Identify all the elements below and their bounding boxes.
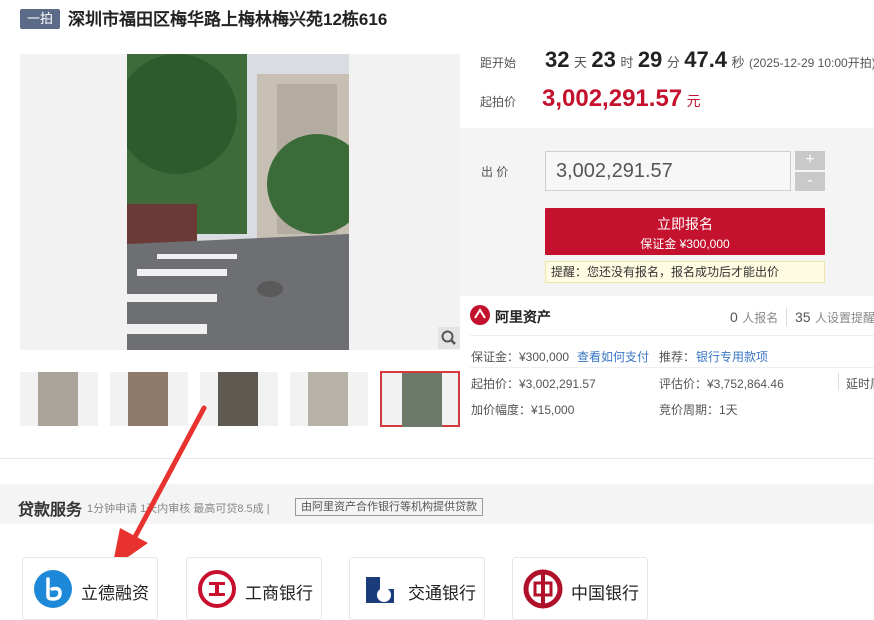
detail-delay-cycle: 延时周期 [846, 377, 874, 391]
how-to-pay-link[interactable]: 查看如何支付 [577, 348, 649, 365]
bank-card-boc[interactable]: 中国银行 [512, 557, 648, 620]
reminder-count: 35 人设置提醒 [795, 309, 874, 327]
divider [786, 308, 787, 326]
signup-button-label: 立即报名 [657, 216, 713, 232]
countdown-days-unit: 天 [573, 55, 587, 70]
start-price-unit: 元 [686, 93, 701, 109]
auction-start-note: (2025-12-29 10:00开拍) [748, 56, 874, 70]
bank-name: 工商银行 [245, 584, 313, 603]
bank-name: 立德融资 [81, 584, 149, 603]
auction-round-badge: 一拍 [20, 9, 60, 29]
property-photo[interactable] [127, 54, 349, 350]
thumbnail-5-selected[interactable] [380, 371, 460, 427]
countdown-seconds: 47.4 [684, 47, 728, 72]
ali-asset-logo-icon [470, 305, 490, 325]
reminder-count-value: 35 [795, 309, 811, 325]
detail-start-price: 起拍价：¥3,002,291.57 [471, 377, 596, 391]
countdown-minutes: 29 [637, 47, 663, 72]
bid-label: 出 价 [481, 165, 509, 179]
start-price: 3,002,291.57 元 [542, 85, 701, 113]
loan-service-title: 贷款服务 [18, 502, 83, 519]
countdown-label: 距开始 [480, 56, 517, 70]
signup-deposit-label: 保证金 ¥300,000 [640, 237, 730, 251]
divider [470, 335, 874, 336]
thumbnail-1[interactable] [20, 372, 98, 426]
countdown-hours-unit: 时 [620, 55, 634, 70]
ali-asset-logo-label: 阿里资产 [495, 309, 551, 325]
divider [470, 367, 874, 368]
divider [838, 373, 839, 391]
detail-increment: 加价幅度：¥15,000 [471, 403, 575, 417]
signup-count-label: 人报名 [742, 311, 779, 325]
special-fund-link[interactable]: 银行专用款项 [696, 348, 768, 365]
bid-increase-button[interactable]: + [795, 151, 825, 170]
thumbnail-4[interactable] [290, 372, 368, 426]
countdown-days: 32 [545, 47, 570, 72]
boc-logo-icon [523, 569, 563, 609]
pointer-arrow-icon [112, 405, 207, 568]
bank-card-bocom[interactable]: 交通银行 [349, 557, 485, 620]
lide-logo-icon [33, 569, 73, 609]
countdown-hours: 23 [591, 47, 616, 72]
signup-button[interactable]: 立即报名 保证金 ¥300,000 [545, 208, 825, 255]
detail-appraisal-price: 评估价：¥3,752,864.46 [659, 377, 784, 391]
detail-bid-cycle: 竞价周期：1天 [659, 403, 738, 417]
bid-amount-input[interactable]: 3,002,291.57 [545, 151, 791, 191]
recommend-label: 推荐： [659, 350, 696, 364]
signup-count: 0 人报名 [730, 309, 778, 327]
bocom-logo-icon [360, 569, 400, 609]
icbc-logo-icon [197, 569, 237, 609]
reminder-count-label: 人设置提醒 [815, 311, 874, 325]
countdown-minutes-unit: 分 [666, 55, 680, 70]
countdown-seconds-unit: 秒 [731, 55, 745, 70]
start-price-label: 起拍价 [480, 95, 517, 109]
bank-card-icbc[interactable]: 工商银行 [186, 557, 322, 620]
loan-service-tag: 由阿里资产合作银行等机构提供贷款 [295, 498, 483, 516]
signup-tip: 提醒：您还没有报名，报名成功后才能出价 [545, 261, 825, 283]
street-scene-image [127, 54, 349, 350]
page-title: 深圳市福田区梅华路上梅林梅兴苑12栋616 [68, 10, 388, 29]
zoom-icon[interactable] [438, 327, 460, 349]
bid-decrease-button[interactable]: - [795, 172, 825, 191]
start-price-value: 3,002,291.57 [542, 85, 683, 112]
bank-name: 交通银行 [408, 584, 476, 603]
deposit-text: 保证金：¥300,000 [471, 350, 570, 364]
signup-count-value: 0 [730, 309, 738, 325]
bank-name: 中国银行 [571, 584, 639, 603]
bank-card-lide[interactable]: 立德融资 [22, 557, 158, 620]
countdown-timer: 32 天 23 时 29 分 47.4 秒 (2025-12-29 10:00开… [545, 47, 874, 73]
